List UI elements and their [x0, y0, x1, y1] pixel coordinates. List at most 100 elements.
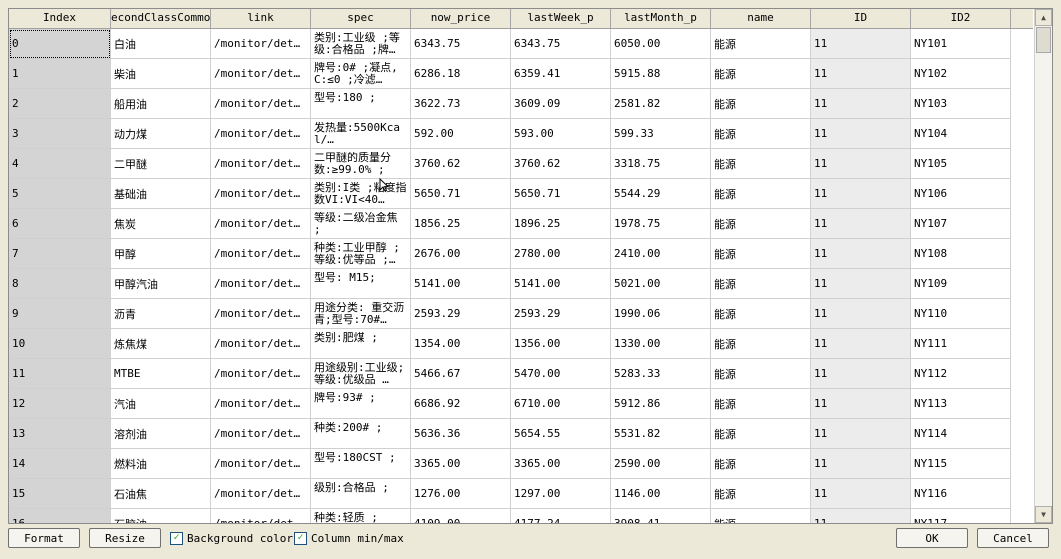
cell-name[interactable]: 能源	[711, 359, 811, 389]
cell-id[interactable]: 11	[811, 179, 911, 209]
cell-name[interactable]: 能源	[711, 59, 811, 89]
cell-name[interactable]: 能源	[711, 419, 811, 449]
cell-link[interactable]: /monitor/det…	[211, 59, 311, 89]
ok-button[interactable]: OK	[896, 528, 968, 548]
cell-lastmonth-price[interactable]: 1978.75	[611, 209, 711, 239]
cell-now-price[interactable]: 6686.92	[411, 389, 511, 419]
column-header-name[interactable]: name	[711, 9, 811, 28]
chevron-down-icon[interactable]: ▼	[1035, 506, 1052, 523]
cell-spec[interactable]: 发热量:5500Kcal/…	[311, 119, 411, 149]
cell-commodity[interactable]: 沥青	[111, 299, 211, 329]
cell-commodity[interactable]: 柴油	[111, 59, 211, 89]
table-row[interactable]: 10 炼焦煤/monitor/det… 类别:肥煤 ; 1354.00 1356.00 1…	[9, 329, 1033, 359]
cell-index[interactable]: 8	[9, 269, 111, 299]
cell-lastmonth-price[interactable]: 3908.41	[611, 509, 711, 523]
cell-name[interactable]: 能源	[711, 89, 811, 119]
cell-id2[interactable]: NY116	[911, 479, 1011, 509]
cell-commodity[interactable]: 石脑油	[111, 509, 211, 523]
table-row[interactable]: 6 焦炭/monitor/det… 等级:二级冶金焦 ; 1856.25 1896.25…	[9, 209, 1033, 239]
cell-name[interactable]: 能源	[711, 389, 811, 419]
cell-index[interactable]: 5	[9, 179, 111, 209]
background-color-checkbox[interactable]: ✓ Background color	[170, 528, 293, 548]
cell-link[interactable]: /monitor/det…	[211, 359, 311, 389]
cell-commodity[interactable]: 汽油	[111, 389, 211, 419]
cell-link[interactable]: /monitor/det…	[211, 269, 311, 299]
cell-spec[interactable]: 种类:工业甲醇 ;等级:优等品 ;…	[311, 239, 411, 269]
cell-commodity[interactable]: 船用油	[111, 89, 211, 119]
table-row[interactable]: 1 柴油/monitor/det… 牌号:0# ;凝点,C:≤0 ;冷滤… 6286.…	[9, 59, 1033, 89]
column-minmax-checkbox[interactable]: ✓ Column min/max	[294, 528, 404, 548]
cell-name[interactable]: 能源	[711, 239, 811, 269]
cell-index[interactable]: 9	[9, 299, 111, 329]
cell-id2[interactable]: NY112	[911, 359, 1011, 389]
cell-index[interactable]: 2	[9, 89, 111, 119]
cell-id2[interactable]: NY105	[911, 149, 1011, 179]
cell-lastweek-price[interactable]: 6359.41	[511, 59, 611, 89]
cell-spec[interactable]: 类别:肥煤 ;	[311, 329, 411, 359]
cell-lastmonth-price[interactable]: 5912.86	[611, 389, 711, 419]
cell-link[interactable]: /monitor/det…	[211, 119, 311, 149]
cell-lastweek-price[interactable]: 5141.00	[511, 269, 611, 299]
cell-link[interactable]: /monitor/det…	[211, 149, 311, 179]
cell-id2[interactable]: NY102	[911, 59, 1011, 89]
cell-spec[interactable]: 种类:200# ;	[311, 419, 411, 449]
cell-now-price[interactable]: 3760.62	[411, 149, 511, 179]
cell-name[interactable]: 能源	[711, 269, 811, 299]
cell-name[interactable]: 能源	[711, 449, 811, 479]
cell-id2[interactable]: NY117	[911, 509, 1011, 523]
column-header-now-price[interactable]: now_price	[411, 9, 511, 28]
cell-index[interactable]: 3	[9, 119, 111, 149]
cell-id[interactable]: 11	[811, 59, 911, 89]
cell-lastweek-price[interactable]: 4177.24	[511, 509, 611, 523]
cell-link[interactable]: /monitor/det…	[211, 209, 311, 239]
cell-now-price[interactable]: 4109.00	[411, 509, 511, 523]
cell-index[interactable]: 16	[9, 509, 111, 523]
cell-now-price[interactable]: 3365.00	[411, 449, 511, 479]
cell-lastmonth-price[interactable]: 5544.29	[611, 179, 711, 209]
cell-id[interactable]: 11	[811, 209, 911, 239]
cell-now-price[interactable]: 5636.36	[411, 419, 511, 449]
cell-id2[interactable]: NY114	[911, 419, 1011, 449]
dataframe-grid[interactable]: IndexecondClassCommodilinkspecnow_pricel…	[8, 8, 1053, 524]
cell-id[interactable]: 11	[811, 299, 911, 329]
cell-spec[interactable]: 型号:180 ;	[311, 89, 411, 119]
cell-index[interactable]: 0	[9, 29, 111, 59]
cell-index[interactable]: 12	[9, 389, 111, 419]
cell-lastmonth-price[interactable]: 6050.00	[611, 29, 711, 59]
cell-lastmonth-price[interactable]: 2410.00	[611, 239, 711, 269]
cell-link[interactable]: /monitor/det…	[211, 479, 311, 509]
cell-id2[interactable]: NY101	[911, 29, 1011, 59]
cell-now-price[interactable]: 592.00	[411, 119, 511, 149]
cell-id[interactable]: 11	[811, 359, 911, 389]
cell-index[interactable]: 1	[9, 59, 111, 89]
table-row[interactable]: 12 汽油/monitor/det… 牌号:93# ; 6686.92 6710.00 5…	[9, 389, 1033, 419]
chevron-up-icon[interactable]: ▲	[1035, 9, 1052, 26]
cell-id[interactable]: 11	[811, 479, 911, 509]
cell-id[interactable]: 11	[811, 509, 911, 523]
cell-lastweek-price[interactable]: 1896.25	[511, 209, 611, 239]
cell-spec[interactable]: 型号:180CST ;	[311, 449, 411, 479]
cell-id2[interactable]: NY115	[911, 449, 1011, 479]
cell-lastweek-price[interactable]: 6710.00	[511, 389, 611, 419]
cell-commodity[interactable]: 白油	[111, 29, 211, 59]
cell-id2[interactable]: NY113	[911, 389, 1011, 419]
cell-now-price[interactable]: 6343.75	[411, 29, 511, 59]
cell-id[interactable]: 11	[811, 89, 911, 119]
cell-lastweek-price[interactable]: 1297.00	[511, 479, 611, 509]
table-row[interactable]: 14 燃料油/monitor/det… 型号:180CST ; 3365.00 3365…	[9, 449, 1033, 479]
cell-now-price[interactable]: 3622.73	[411, 89, 511, 119]
cell-name[interactable]: 能源	[711, 299, 811, 329]
cell-lastmonth-price[interactable]: 2590.00	[611, 449, 711, 479]
cell-lastweek-price[interactable]: 5650.71	[511, 179, 611, 209]
cell-id2[interactable]: NY111	[911, 329, 1011, 359]
cell-lastmonth-price[interactable]: 599.33	[611, 119, 711, 149]
cell-link[interactable]: /monitor/det…	[211, 509, 311, 523]
cell-index[interactable]: 4	[9, 149, 111, 179]
cell-commodity[interactable]: 石油焦	[111, 479, 211, 509]
cell-id[interactable]: 11	[811, 269, 911, 299]
scrollbar-thumb[interactable]	[1036, 27, 1051, 53]
cell-spec[interactable]: 用途分类: 重交沥青;型号:70#…	[311, 299, 411, 329]
cell-lastmonth-price[interactable]: 5021.00	[611, 269, 711, 299]
cell-spec[interactable]: 用途级别:工业级;等级:优级品 …	[311, 359, 411, 389]
cell-id[interactable]: 11	[811, 149, 911, 179]
